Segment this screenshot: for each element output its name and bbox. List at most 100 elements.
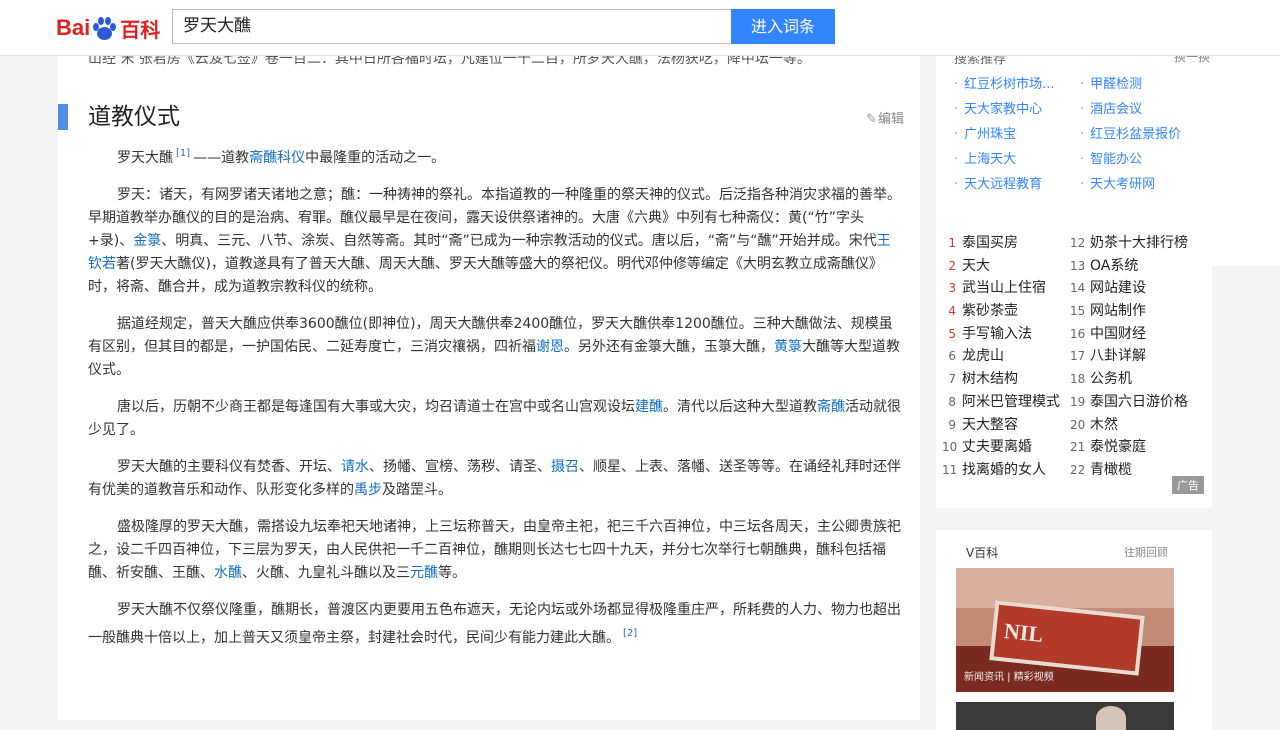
rank-number: 8	[948, 394, 956, 409]
video-thumbnail[interactable]: NIL 新闻资讯 | 精彩视频	[956, 568, 1174, 692]
inline-link[interactable]: 斋醮	[817, 399, 845, 415]
inline-link[interactable]: 建醮	[635, 399, 663, 415]
recommend-list-left: 红豆杉树市场...天大家教中心广州珠宝上海天大天大远程教育	[954, 72, 1055, 197]
enter-entry-button[interactable]: 进入词条	[731, 9, 835, 44]
inline-link[interactable]: 斋醮科仪	[249, 150, 305, 166]
rank-label: 青橄榄	[1090, 461, 1132, 478]
recommend-item[interactable]: 天大家教中心	[954, 97, 1055, 122]
recommend-list-right: 甲醛检测酒店会议红豆杉盆景报价智能办公天大考研网	[1080, 72, 1181, 197]
rank-number: 1	[948, 236, 956, 250]
rank-number: 15	[1070, 304, 1086, 319]
rank-label: 泰国买房	[962, 235, 1018, 251]
rank-label: 找离婚的女人	[962, 461, 1046, 478]
rank-item[interactable]: 1 泰国买房	[942, 232, 1060, 255]
rank-number: 18	[1070, 372, 1086, 387]
rank-number: 16	[1070, 326, 1086, 341]
rank-label: 网站建设	[1090, 280, 1146, 297]
rank-item[interactable]: 5 手写输入法	[942, 323, 1060, 346]
rank-item[interactable]: 12 奶茶十大排行榜	[1070, 232, 1188, 255]
recommend-item[interactable]: 红豆杉盆景报价	[1080, 122, 1181, 147]
inline-link[interactable]: 金箓	[133, 233, 161, 249]
rank-list-right: 12 奶茶十大排行榜 13 OA系统 14 网站建设 15 网站制作 16 中国财经 17 八卦详解 1…	[1070, 232, 1188, 482]
rank-item[interactable]: 6 龙虎山	[942, 345, 1060, 368]
person-image	[1096, 706, 1126, 730]
rank-item[interactable]: 8 阿米巴管理模式	[942, 391, 1060, 414]
rank-item[interactable]: 17 八卦详解	[1070, 345, 1188, 368]
inline-link[interactable]: 摄召	[551, 459, 579, 475]
baidu-baike-logo[interactable]: Bai 百科	[56, 10, 160, 46]
inline-link[interactable]: 水醮	[214, 565, 242, 581]
reference-link[interactable]: [2]	[623, 628, 637, 639]
recommend-item[interactable]: 红豆杉树市场...	[954, 72, 1054, 97]
article-paragraph: 罗天大醮的主要科仪有焚香、开坛、请水、扬幡、宣榜、荡秽、请圣、摄召、顺星、上表、…	[88, 456, 904, 502]
sidebar: 搜索推荐 换一换 红豆杉树市场...天大家教中心广州珠宝上海天大天大远程教育 甲…	[936, 48, 1280, 730]
video-thumbnail-2[interactable]	[956, 702, 1174, 730]
pencil-icon: ✎	[865, 112, 877, 127]
recommend-item[interactable]: 酒店会议	[1080, 97, 1181, 122]
rank-item[interactable]: 13 OA系统	[1070, 255, 1188, 278]
rank-label: 天大	[962, 257, 990, 274]
recommend-item[interactable]: 天大考研网	[1080, 172, 1181, 197]
rank-item[interactable]: 11 找离婚的女人	[942, 459, 1060, 482]
paragraph-text: 著(罗天大醮仪)，道教遂具有了普天大醮、周天大醮、罗天大醮等盛大的祭祀仪。明代邓…	[88, 256, 883, 295]
article-paragraph: 盛极隆厚的罗天大醮，需搭设九坛奉祀天地诸神，上三坛称普天，由皇帝主祀，祀三千六百…	[88, 516, 904, 585]
recommend-item[interactable]: 智能办公	[1080, 147, 1181, 172]
rank-item[interactable]: 4 紫砂茶壶	[942, 300, 1060, 323]
rank-item[interactable]: 14 网站建设	[1070, 277, 1188, 300]
rank-item[interactable]: 7 树木结构	[942, 368, 1060, 391]
rank-item[interactable]: 18 公务机	[1070, 368, 1188, 391]
rank-item[interactable]: 16 中国财经	[1070, 323, 1188, 346]
rank-label: 龙虎山	[962, 348, 1004, 365]
rank-number: 11	[942, 462, 958, 477]
recommend-item[interactable]: 上海天大	[954, 147, 1055, 172]
rank-item[interactable]: 3 武当山上住宿	[942, 277, 1060, 300]
rank-number: 5	[948, 326, 956, 341]
paragraph-text: 唐以后，历朝不少商王都是每逢国有大事或大灾，均召请道士在宫中或名山宫观设坛	[117, 399, 635, 415]
rank-item[interactable]: 20 木然	[1070, 414, 1188, 437]
rank-label: 手写输入法	[962, 325, 1032, 342]
recommend-item[interactable]: 甲醛检测	[1080, 72, 1181, 97]
inline-link[interactable]: 谢恩	[536, 339, 564, 355]
search-input[interactable]: 罗天大醮	[172, 9, 732, 44]
rank-item[interactable]: 2 天大	[942, 255, 1060, 278]
rank-label: 泰国六日游价格	[1090, 393, 1188, 410]
recommend-item[interactable]: 广州珠宝	[954, 122, 1055, 147]
inline-link[interactable]: 禹步	[354, 482, 382, 498]
rank-item[interactable]: 22 青橄榄	[1070, 459, 1188, 482]
rank-number: 2	[948, 258, 956, 273]
section-marker	[58, 104, 68, 130]
article-paragraph: 罗天：诸天，有网罗诸天诸地之意；醮：一种祷神的祭礼。本指道教的一种隆重的祭天神的…	[88, 184, 904, 299]
rank-item[interactable]: 10 丈夫要离婚	[942, 436, 1060, 459]
rank-number: 10	[942, 440, 958, 455]
v-baike-title: V百科	[966, 546, 999, 560]
rank-number: 12	[1070, 236, 1086, 250]
rank-label: 八卦详解	[1090, 348, 1146, 365]
article-paragraph: 罗天大醮 [1] ——道教斋醮科仪中最隆重的活动之一。	[88, 142, 904, 170]
rank-number: 4	[948, 304, 956, 319]
edit-button[interactable]: ✎编辑	[866, 108, 904, 127]
rank-label: 中国财经	[1090, 325, 1146, 342]
article-paragraph: 罗天大醮不仅祭仪隆重，醮期长，普渡区内更要用五色布遮天，无论内坛或外场都显得极隆…	[88, 599, 904, 650]
reference-link[interactable]: [1]	[176, 148, 190, 159]
rank-label: 奶茶十大排行榜	[1090, 235, 1188, 251]
inline-link[interactable]: 元醮	[410, 565, 438, 581]
rank-item[interactable]: 9 天大整容	[942, 414, 1060, 437]
past-review-link[interactable]: 往期回顾	[1124, 544, 1168, 560]
rank-item[interactable]: 19 泰国六日游价格	[1070, 391, 1188, 414]
article-content: 罗天大醮 [1] ——道教斋醮科仪中最隆重的活动之一。罗天：诸天，有网罗诸天诸地之意…	[88, 142, 904, 664]
inline-link[interactable]: 请水	[341, 459, 369, 475]
recommend-item[interactable]: 天大远程教育	[954, 172, 1055, 197]
inline-link[interactable]: 黄箓	[774, 339, 802, 355]
section-heading: 道教仪式 ✎编辑	[58, 100, 908, 134]
rank-item[interactable]: 21 泰悦豪庭	[1070, 436, 1188, 459]
rank-item[interactable]: 15 网站制作	[1070, 300, 1188, 323]
rank-label: 阿米巴管理模式	[962, 393, 1060, 410]
ad-badge: 广告	[1172, 476, 1204, 494]
rank-label: 紫砂茶壶	[962, 303, 1018, 320]
rank-number: 17	[1070, 349, 1086, 364]
rank-label: 木然	[1090, 416, 1118, 433]
rank-number: 20	[1070, 417, 1086, 432]
rank-number: 9	[948, 417, 956, 432]
paragraph-text: 。另外还有金箓大醮，玉箓大醮，	[564, 339, 774, 355]
paragraph-text: 、明真、三元、八节、涂炭、自然等斋。其时“斋”已成为一种宗教活动的仪式。唐以后，…	[161, 233, 877, 249]
